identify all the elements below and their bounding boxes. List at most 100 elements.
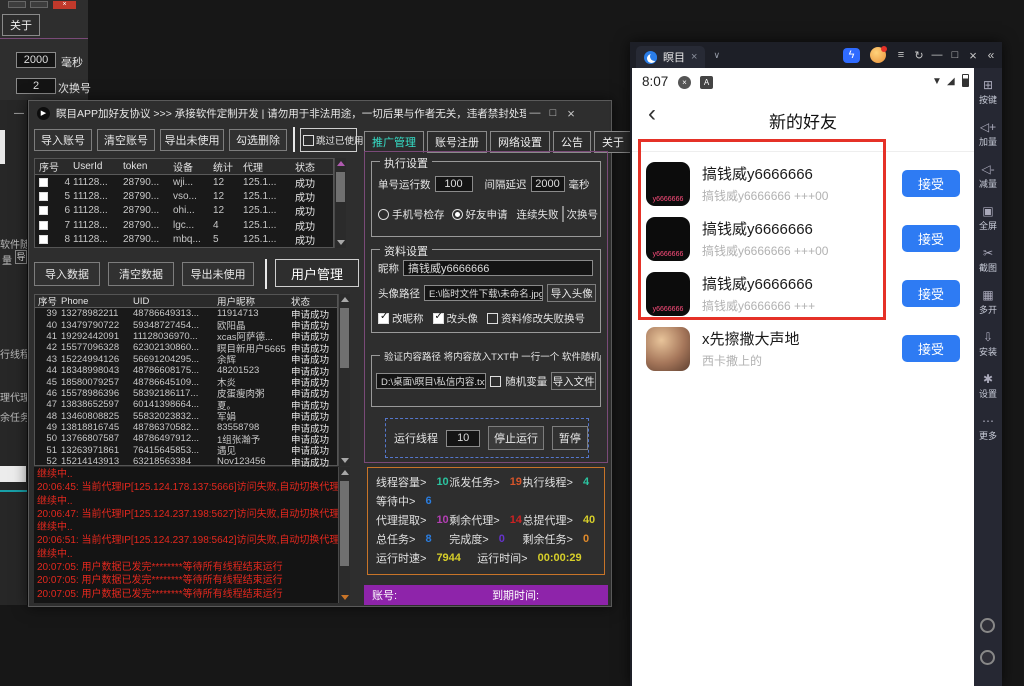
emulator-minimize-icon[interactable]: — [928, 49, 946, 61]
boost-icon[interactable]: ϟ [843, 48, 860, 63]
fail-input[interactable]: 2 [562, 206, 564, 222]
import-file-button[interactable]: 导入文件 [551, 372, 596, 390]
export-unused-data-button[interactable]: 导出未使用 [182, 262, 254, 286]
sidebar-tool[interactable]: ✂ 截图 [974, 246, 1002, 288]
minimize-icon[interactable]: — [526, 107, 544, 119]
scroll-up-icon[interactable] [337, 161, 345, 166]
sidebar-tool[interactable]: ▦ 多开 [974, 288, 1002, 330]
fail-switch-checkbox[interactable] [487, 313, 498, 324]
avatar-path-input[interactable]: E:\临时文件下载\未命名.jpg [424, 285, 543, 301]
scrollbar-thumb[interactable] [340, 308, 349, 368]
accept-button[interactable]: 接受 [902, 280, 960, 307]
thread-count-input[interactable]: 10 [446, 430, 480, 447]
tab-network[interactable]: 网络设置 [490, 131, 550, 153]
floating-button-1[interactable] [980, 618, 995, 633]
account-table-row[interactable]: 5 11128... 28790... vso... 12 125.1... 成… [35, 189, 333, 203]
tab-notice[interactable]: 公告 [553, 131, 591, 153]
emulator-tab[interactable]: 瞑目 × [636, 46, 705, 68]
tab-promotion[interactable]: 推广管理 [364, 131, 424, 153]
close-icon[interactable]: × [562, 106, 580, 121]
bg-fail-input[interactable]: 2 [16, 78, 56, 94]
delete-checked-button[interactable]: 勾选删除 [229, 129, 287, 151]
scroll-down-icon[interactable] [341, 595, 349, 600]
bg-minimize-button[interactable] [8, 1, 26, 8]
row-checkbox[interactable] [39, 178, 48, 187]
sidebar-tool[interactable]: ⊞ 按键 [974, 78, 1002, 120]
sync-icon[interactable]: ↻ [910, 49, 928, 62]
emulator-title-bar[interactable]: 瞑目 × ∨ ϟ ≡ ↻ — □ × « [630, 42, 1002, 68]
scroll-down-icon[interactable] [341, 458, 349, 463]
scroll-up-icon[interactable] [341, 470, 349, 475]
change-avatar-checkbox[interactable] [433, 313, 444, 324]
floating-button-2[interactable] [980, 650, 995, 665]
clear-accounts-button[interactable]: 清空账号 [97, 129, 155, 151]
strip-mini-button[interactable]: 导 [15, 250, 27, 264]
sidebar-tool[interactable]: ⋯ 更多 [974, 414, 1002, 456]
bg-about-tab[interactable]: 关于 [2, 14, 40, 36]
friend-request-row[interactable]: y6666666 搞钱威y6666666 搞钱威y6666666 +++ 接受 [632, 266, 974, 321]
row-checkbox[interactable] [39, 221, 48, 230]
user-management-tab[interactable]: 用户管理 [275, 259, 359, 287]
scrollbar-thumb[interactable] [336, 172, 345, 202]
account-table[interactable]: 序号 UserId token 设备 统计 代理 状态 4 11128... 2… [34, 158, 334, 248]
strip-white-input[interactable] [0, 466, 26, 482]
import-avatar-button[interactable]: 导入头像 [547, 284, 596, 302]
sidebar-tool[interactable]: ✱ 设置 [974, 372, 1002, 414]
friend-request-row[interactable]: y6666666 搞钱威y6666666 搞钱威y6666666 +++00 接… [632, 211, 974, 266]
sidebar-tool[interactable]: ▣ 全屏 [974, 204, 1002, 246]
phone-check-radio[interactable] [378, 209, 389, 220]
verify-path-input[interactable]: D:\桌面\瞑目\私信内容.txt [376, 373, 486, 389]
row-checkbox[interactable] [39, 192, 48, 201]
skip-used-checkbox[interactable] [303, 135, 314, 146]
pause-button[interactable]: 暂停 [552, 426, 588, 450]
friend-request-row[interactable]: x先擦撒大声地 西卡撒上的 接受 [632, 321, 974, 376]
tab-about[interactable]: 关于 [594, 131, 632, 153]
tab-register[interactable]: 账号注册 [427, 131, 487, 153]
main-title-bar[interactable]: ▶ 瞑目APP加好友协议 >>> 承接软件定制开发 | 请勿用于非法用途，一切后… [29, 101, 613, 125]
nickname-input[interactable]: 搞钱威y6666666 [403, 260, 593, 276]
export-unused-button[interactable]: 导出未使用 [160, 129, 224, 151]
sidebar-tool[interactable]: ◁- 减量 [974, 162, 1002, 204]
tab-close-icon[interactable]: × [691, 51, 697, 63]
log-scrollbar[interactable] [338, 467, 350, 603]
accept-button[interactable]: 接受 [902, 225, 960, 252]
change-nickname-checkbox[interactable] [378, 313, 389, 324]
delay-input[interactable]: 2000 [531, 176, 565, 192]
runs-input[interactable]: 100 [435, 176, 473, 192]
account-table-row[interactable]: 4 11128... 28790... wji... 12 125.1... 成… [35, 175, 333, 189]
user-table-scrollbar[interactable] [338, 294, 350, 466]
user-table[interactable]: 序号 Phone UID 用户昵称 状态 39 13278982211 4878… [34, 294, 338, 466]
avatar-icon[interactable] [870, 47, 886, 63]
accept-button[interactable]: 接受 [902, 170, 960, 197]
stop-button[interactable]: 停止运行 [488, 426, 543, 450]
scroll-up-icon[interactable] [341, 297, 349, 302]
maximize-icon[interactable]: □ [544, 107, 562, 119]
bg-close-button[interactable]: × [53, 1, 76, 9]
import-data-button[interactable]: 导入数据 [34, 262, 100, 286]
row-checkbox[interactable] [39, 206, 48, 215]
bg-delay-input[interactable]: 2000 [16, 52, 56, 68]
log-panel[interactable]: 继续中..20:06:45: 当前代理IP[125.124.178.137:56… [34, 467, 338, 603]
import-accounts-button[interactable]: 导入账号 [34, 129, 92, 151]
tab-dropdown-icon[interactable]: ∨ [713, 50, 720, 61]
scroll-down-icon[interactable] [337, 240, 345, 245]
skip-used-checkbox-group[interactable]: 跳过已使用 [300, 128, 357, 152]
menu-icon[interactable]: ≡ [892, 49, 910, 61]
account-table-scrollbar[interactable] [334, 158, 346, 248]
sidebar-tool[interactable]: ⇩ 安装 [974, 330, 1002, 372]
bg-maximize-button[interactable] [30, 1, 48, 8]
account-table-row[interactable]: 8 11128... 28790... mbq... 5 125.1... 成功 [35, 233, 333, 247]
collapse-sidebar-icon[interactable]: « [982, 48, 1000, 62]
sidebar-tool[interactable]: ◁+ 加量 [974, 120, 1002, 162]
friend-request-row[interactable]: y6666666 搞钱威y6666666 搞钱威y6666666 +++00 接… [632, 156, 974, 211]
account-table-row[interactable]: 7 11128... 28790... lgc... 4 125.1... 成功 [35, 218, 333, 232]
emulator-maximize-icon[interactable]: □ [946, 49, 964, 61]
clear-data-button[interactable]: 清空数据 [108, 262, 174, 286]
scrollbar-thumb[interactable] [340, 481, 349, 566]
emulator-close-icon[interactable]: × [964, 48, 982, 63]
friend-request-radio[interactable] [452, 209, 463, 220]
row-checkbox[interactable] [39, 235, 48, 244]
user-table-row[interactable]: 52 15214143913 63218563384 Nov123456 申请成… [35, 456, 337, 467]
accept-button[interactable]: 接受 [902, 335, 960, 362]
random-var-checkbox[interactable] [490, 376, 501, 387]
